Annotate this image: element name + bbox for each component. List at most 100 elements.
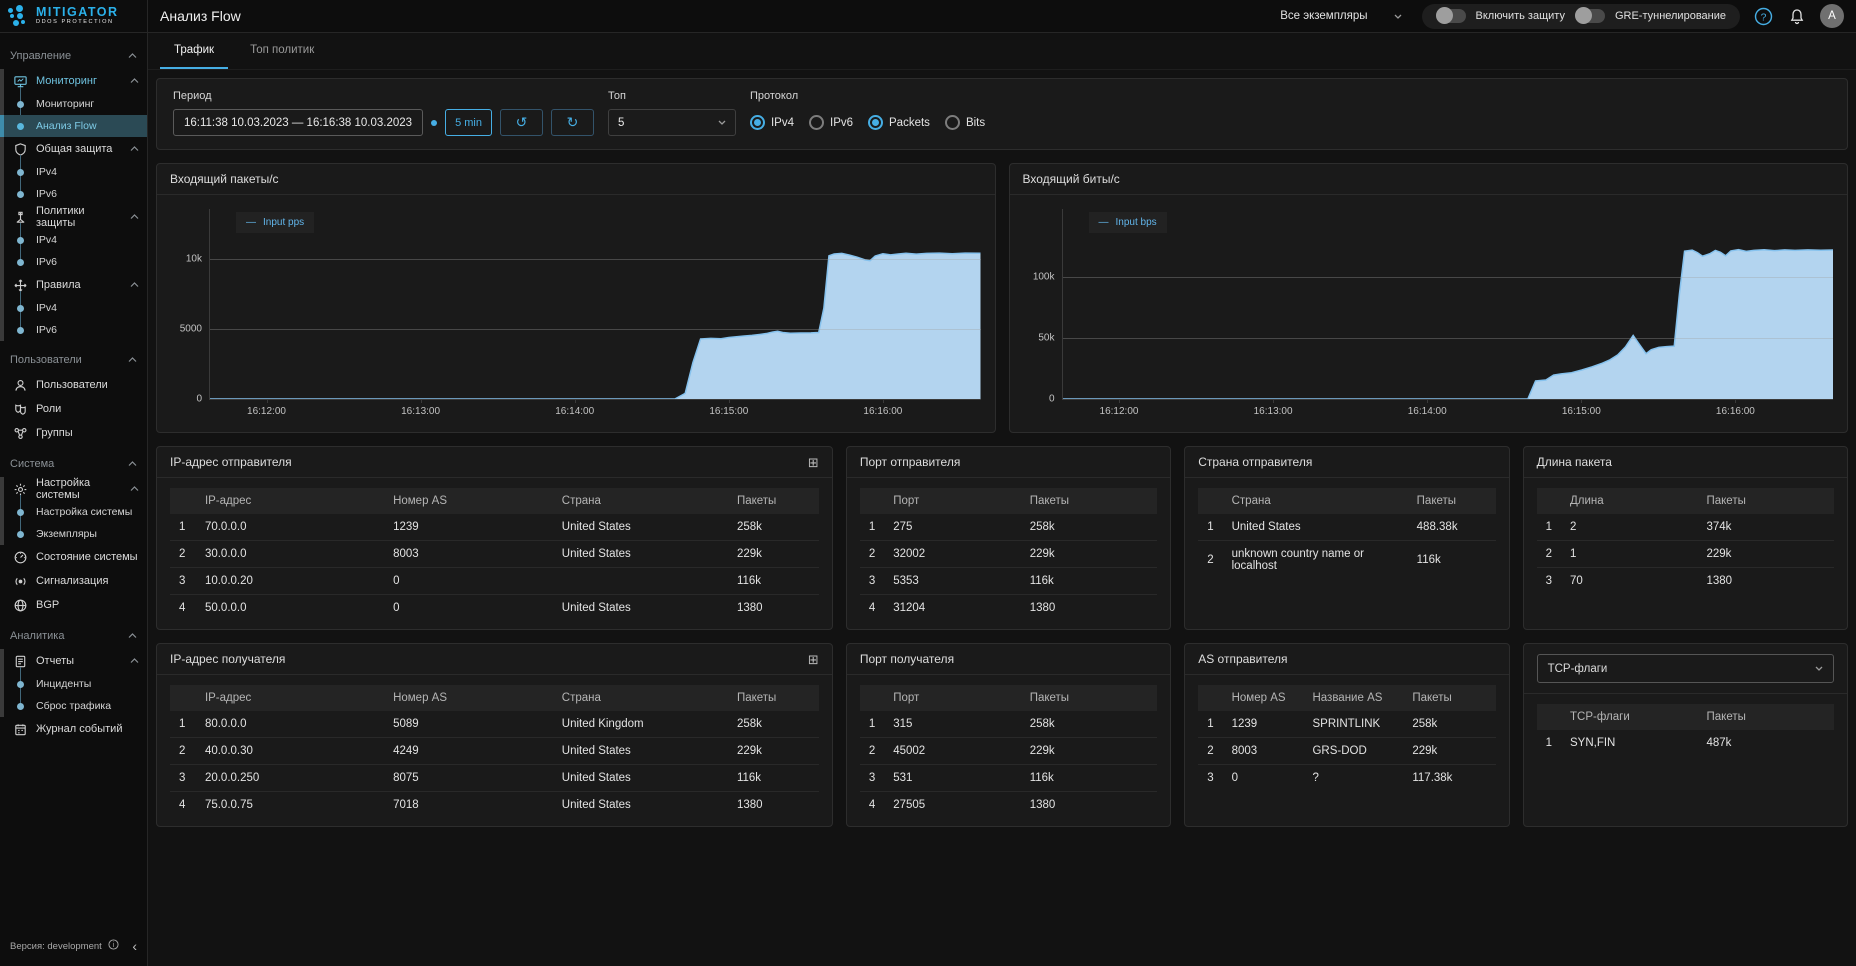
help-icon[interactable]: ? — [1754, 7, 1773, 26]
table-cell: 1239 — [384, 514, 553, 541]
svg-text:i: i — [113, 942, 115, 949]
sidebar-item-label: Настройка системы — [36, 477, 91, 501]
sidebar-item-flow-analysis[interactable]: Анализ Flow — [0, 115, 147, 137]
bits-radio[interactable]: Bits — [944, 115, 985, 130]
chart-plot[interactable]: — Input bps 50k 100k 0 16:12:00 16:13:00 16:14… — [1033, 209, 1833, 417]
sidebar-item-monitoring-group[interactable]: Мониторинг — [0, 69, 147, 93]
column-header-index — [170, 488, 196, 514]
table-row: 3 0? 117.38k — [1198, 765, 1495, 792]
sidebar-section-system[interactable]: Система — [0, 451, 147, 477]
sidebar-section-analytics[interactable]: Аналитика — [0, 623, 147, 649]
quick-range-button[interactable]: 5 min — [445, 109, 492, 136]
table-cell: 1239 — [1222, 711, 1304, 738]
sidebar-section-users[interactable]: Пользователи — [0, 347, 147, 373]
row-index-cell: 3 — [1207, 772, 1214, 784]
sidebar-group-users: Пользователи — [0, 373, 147, 397]
ipv4-radio[interactable]: IPv4 — [749, 115, 794, 130]
sidebar-item-rules-ipv4[interactable]: IPv4 — [0, 297, 147, 319]
sidebar-item-rules-ipv6[interactable]: IPv6 — [0, 319, 147, 341]
sidebar-children: IPv4 IPv6 — [0, 223, 147, 273]
collapse-sidebar-icon[interactable]: ‹ — [132, 938, 137, 954]
tcp-flags-select[interactable]: TCP-флаги — [1536, 654, 1834, 683]
sidebar-item-label: Настройка системы — [36, 506, 133, 518]
sidebar-item-groups[interactable]: Группы — [0, 421, 147, 445]
gre-toggle[interactable] — [1574, 7, 1605, 24]
column-header: Номер AS — [384, 488, 553, 514]
sidebar-item-policies-ipv4[interactable]: IPv4 — [0, 229, 147, 251]
expand-table-button[interactable]: ⊞ — [808, 653, 819, 666]
table-row: 4 50.0.0.0 0 United States 1380 — [170, 595, 819, 622]
chart-plot[interactable]: — Input pps 5000 10k 0 16:12:00 16:13:00 16:14… — [180, 209, 981, 417]
protect-toggle[interactable] — [1435, 7, 1466, 24]
chevron-up-icon — [130, 486, 139, 492]
card-source-as: AS отправителя Номер AS Название AS Пакеты 1… — [1184, 643, 1510, 827]
row-index-cell: 4 — [179, 602, 186, 614]
notifications-bell-icon[interactable] — [1787, 7, 1806, 26]
tab-top-policies[interactable]: Топ политик — [236, 33, 328, 69]
column-header-index — [859, 488, 885, 514]
radio-circle-icon — [749, 115, 765, 130]
chevron-up-icon — [130, 658, 139, 664]
y-axis-label: 10k — [185, 253, 202, 265]
top-select[interactable]: 5 — [607, 109, 736, 136]
sidebar-item-protection-policies[interactable]: Политики защиты — [0, 205, 147, 229]
table-card-header: Порт отправителя — [846, 447, 1171, 478]
table-cell: 1380 — [1029, 602, 1056, 614]
sidebar-item-bgp[interactable]: BGP — [0, 593, 147, 617]
x-axis-tick — [266, 399, 268, 403]
ipv6-radio[interactable]: IPv6 — [809, 115, 853, 130]
protocol-label: Протокол — [749, 90, 799, 102]
table-cell: 7018 — [393, 799, 419, 811]
sidebar-item-monitoring[interactable]: Мониторинг — [0, 93, 147, 115]
sidebar-item-traffic-dump[interactable]: Сброс трафика — [0, 695, 147, 717]
table-cell: United States — [552, 514, 728, 541]
sidebar-item-system-settings-group[interactable]: Настройка системы — [0, 477, 147, 501]
table-cell: 1380 — [736, 799, 763, 811]
signal-icon — [13, 574, 28, 589]
row-index-cell: 4 — [868, 602, 876, 614]
column-header: Пакеты — [727, 685, 819, 711]
sidebar-item-general-protection-ipv6[interactable]: IPv6 — [0, 183, 147, 205]
tcp-flags-select-value: TCP-флаги — [1547, 662, 1608, 675]
table-cell: 45002 — [884, 737, 1021, 765]
sidebar-item-event-log[interactable]: Журнал событий — [0, 717, 147, 741]
instances-select[interactable]: Все экземпляры — [1274, 6, 1407, 26]
undo-refresh-button[interactable]: ↺ — [499, 109, 543, 136]
sidebar-section-management[interactable]: Управление — [0, 43, 147, 69]
row-index-cell: 4 — [868, 799, 876, 811]
expand-table-button[interactable]: ⊞ — [808, 456, 819, 469]
sidebar-group-protection-policies: Политики защиты IPv4 IPv6 — [0, 205, 147, 273]
column-header: Пакеты — [1697, 704, 1834, 730]
sidebar-item-label: Политики защиты — [36, 205, 85, 229]
sidebar-item-system-status[interactable]: Состояние системы — [0, 545, 147, 569]
table-cell: ? — [1312, 772, 1319, 784]
sidebar-item-alarms[interactable]: Сигнализация — [0, 569, 147, 593]
area-series — [210, 209, 981, 399]
column-header: Порт — [884, 685, 1021, 711]
table-cell: 2 — [1561, 514, 1698, 541]
packets-radio[interactable]: Packets — [868, 115, 930, 130]
sidebar-item-general-protection[interactable]: Общая защита — [0, 137, 147, 161]
sidebar-item-general-protection-ipv4[interactable]: IPv4 — [0, 161, 147, 183]
globe-icon — [13, 598, 28, 613]
logo: MITIGATOR DDOS PROTECTION — [0, 0, 147, 33]
table-wrap: Номер AS Название AS Пакеты 1 1239 SPRINTLINK… — [1185, 675, 1508, 799]
sidebar-item-rules[interactable]: Правила — [0, 273, 147, 297]
sidebar-item-reports-group[interactable]: Отчеты — [0, 649, 147, 673]
refresh-button[interactable]: ↻ — [550, 109, 594, 136]
sidebar-item-incidents[interactable]: Инциденты — [0, 673, 147, 695]
tab-traffic[interactable]: Трафик — [160, 33, 229, 69]
table-cell: 374k — [1697, 514, 1834, 541]
sidebar-item-instances[interactable]: Экземпляры — [0, 523, 147, 545]
radio-label: IPv4 — [770, 116, 794, 129]
x-axis-tick — [1427, 399, 1429, 403]
sidebar-item-policies-ipv6[interactable]: IPv6 — [0, 251, 147, 273]
sidebar-item-users[interactable]: Пользователи — [0, 373, 147, 397]
avatar[interactable]: A — [1820, 4, 1844, 28]
sidebar-item-roles[interactable]: Роли — [0, 397, 147, 421]
card-packet-length: Длина пакета Длина Пакеты 1 2 374k 2 1 229k 3 70 13… — [1522, 446, 1848, 630]
sidebar-item-system-settings[interactable]: Настройка системы — [0, 501, 147, 523]
period-input[interactable]: 16:11:38 10.03.2023 — 16:16:38 10.03.202… — [173, 109, 424, 136]
sidebar-item-label: Общая защита — [36, 143, 113, 155]
table-cell: 116k — [727, 567, 819, 595]
